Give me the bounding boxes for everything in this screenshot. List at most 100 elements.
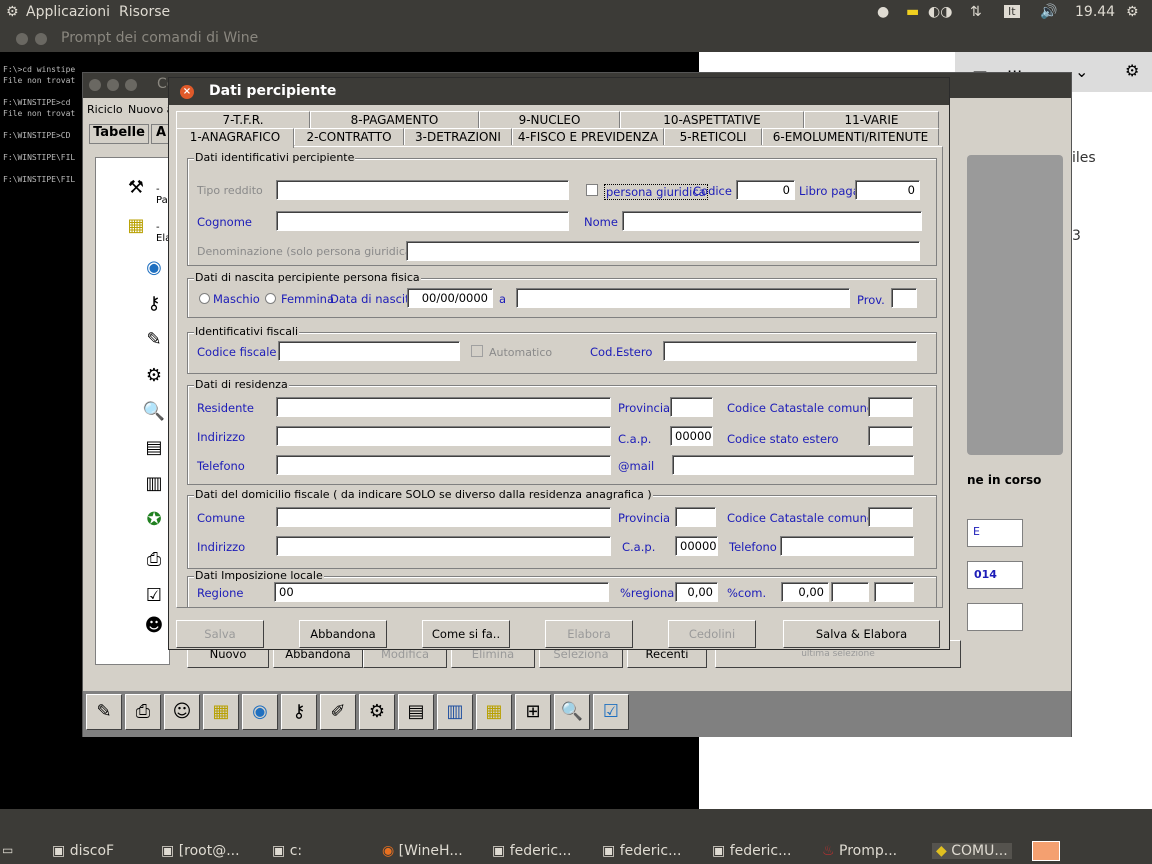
volume-icon[interactable]: 🔊 (1040, 4, 1057, 20)
database-icon[interactable]: ◉ (242, 694, 278, 730)
menu-applications[interactable]: Applicazioni (26, 4, 110, 20)
network-icon[interactable]: ⇅ (970, 4, 982, 20)
keys-icon[interactable]: ⚷ (281, 694, 317, 730)
settings-check-icon[interactable]: ☑ (593, 694, 629, 730)
dom-indirizzo-field[interactable] (276, 536, 611, 556)
femmina-radio[interactable] (265, 293, 276, 304)
prov-field[interactable] (891, 288, 917, 308)
nome-field[interactable] (622, 211, 922, 231)
tab-pagamento[interactable]: 8-PAGAMENTO (310, 111, 479, 128)
abbandona-button[interactable]: Abbandona (299, 620, 387, 648)
cap-field[interactable]: 00000 (670, 426, 713, 446)
menu-nuovo[interactable]: Nuovo a (128, 103, 173, 116)
persona-giuridica-checkbox[interactable] (586, 184, 598, 196)
taskbar-item[interactable]: ▣ federic... (492, 843, 571, 859)
settings-icon[interactable]: ⚙ (1126, 4, 1139, 20)
cod-estero-field[interactable] (663, 341, 917, 361)
tipo-reddito-field[interactable] (276, 180, 569, 200)
menu-resources[interactable]: Risorse (119, 4, 170, 20)
close-icon[interactable]: × (180, 85, 194, 99)
tree-panel[interactable]: - Pa - Ela ⚒ ▦ ◉ ⚷ ✎ ⚙ 🔍 ▤ ▥ ✪ ⎙ ☑ ☻ (95, 157, 172, 665)
tab-aspettative[interactable]: 10-ASPETTATIVE (620, 111, 804, 128)
edit-icon[interactable]: ✐ (320, 694, 356, 730)
comune-field[interactable] (276, 507, 611, 527)
mail-field[interactable] (672, 455, 914, 475)
menu-riciclo[interactable]: Riciclo (87, 103, 123, 116)
database-icon[interactable]: ◉ (136, 250, 172, 286)
tab-detrazioni[interactable]: 3-DETRAZIONI (404, 128, 512, 145)
form-icon[interactable]: ▥ (136, 466, 172, 502)
gear-icon[interactable]: ⚙ (359, 694, 395, 730)
cedolini-button[interactable]: Cedolini (668, 620, 756, 648)
folder-icon[interactable]: ▬ (906, 4, 919, 20)
inspect-icon[interactable]: 🔍 (136, 394, 172, 430)
ubuntu-logo-icon[interactable]: ⚙ (6, 4, 19, 20)
maschio-label[interactable]: Maschio (213, 292, 260, 306)
come-si-fa-button[interactable]: Come si fa.. (422, 620, 510, 648)
tab-emolumenti[interactable]: 6-EMOLUMENTI/RITENUTE (762, 128, 939, 145)
taskbar-item[interactable]: ▣ federic... (712, 843, 791, 859)
tab-fisco-previdenza[interactable]: 4-FISCO E PREVIDENZA (512, 128, 664, 145)
calculator-icon[interactable]: ▦ (118, 208, 154, 244)
tab-nucleo[interactable]: 9-NUCLEO (479, 111, 620, 128)
keyboard-layout[interactable]: It (1004, 5, 1020, 18)
salva-elabora-button[interactable]: Salva & Elabora (783, 620, 940, 648)
automatico-checkbox[interactable] (471, 345, 483, 357)
telefono-field[interactable] (276, 455, 611, 475)
close-icon[interactable] (89, 79, 101, 91)
tools-icon[interactable]: ⚒ (118, 170, 154, 206)
workspace-switcher[interactable] (1032, 841, 1060, 861)
clock[interactable]: 19.44 (1075, 4, 1115, 20)
taskbar-item-active[interactable]: ◆ COMU... (932, 843, 1012, 859)
tree-icon[interactable]: ⊞ (515, 694, 551, 730)
printer-icon[interactable]: ⎙ (125, 694, 161, 730)
minimize-icon[interactable] (35, 33, 47, 45)
tab-reticoli[interactable]: 5-RETICOLI (664, 128, 762, 145)
indirizzo-field[interactable] (276, 426, 611, 446)
data-nascita-field[interactable]: 00/00/0000 (407, 288, 493, 308)
taskbar-item[interactable]: ♨ Promp... (822, 843, 897, 859)
tab-contratto[interactable]: 2-CONTRATTO (294, 128, 404, 145)
show-desktop-icon[interactable]: ▭ (2, 843, 13, 857)
game-icon[interactable]: ☻ (136, 608, 172, 644)
regionale-field[interactable]: 0,00 (675, 582, 718, 602)
people-icon[interactable]: ☺ (164, 694, 200, 730)
inspect-icon[interactable]: ▤ (398, 694, 434, 730)
keys-icon[interactable]: ⚷ (136, 286, 172, 322)
eyes-icon[interactable]: ◐◑ (928, 4, 952, 20)
libro-paga-field[interactable]: 0 (855, 180, 920, 200)
gear-icon[interactable]: ⚙ (1125, 61, 1139, 80)
regione-field[interactable]: 00 (274, 582, 609, 602)
close-icon[interactable] (16, 33, 28, 45)
tab-tabelle[interactable]: Tabelle (89, 124, 149, 144)
dom-cod-catastale-field[interactable] (868, 507, 913, 527)
maximize-icon[interactable] (125, 79, 137, 91)
chevron-down-icon[interactable]: ⌄ (1075, 62, 1088, 81)
residente-field[interactable] (276, 397, 611, 417)
taskbar-item[interactable]: ◉ [WineH... (382, 843, 463, 859)
codice-fiscale-field[interactable] (278, 341, 460, 361)
com-field[interactable]: 0,00 (781, 582, 829, 602)
codice-field[interactable]: 0 (736, 180, 795, 200)
pen-icon[interactable]: ✎ (86, 694, 122, 730)
form-icon[interactable]: ▥ (437, 694, 473, 730)
pen-icon[interactable]: ✎ (136, 322, 172, 358)
elabora-button[interactable]: Elabora (545, 620, 633, 648)
com-extra-field-1[interactable] (831, 582, 869, 602)
dom-telefono-field[interactable] (780, 536, 914, 556)
tab-anagrafico[interactable]: 1-ANAGRAFICO (176, 128, 294, 148)
printer-icon[interactable]: ⎙ (136, 542, 172, 578)
dom-provincia-field[interactable] (675, 507, 716, 527)
provincia-field[interactable] (670, 397, 713, 417)
dom-cap-field[interactable]: 00000 (675, 536, 718, 556)
taskbar-item[interactable]: ▣ c: (272, 843, 302, 859)
gear-icon[interactable]: ⚙ (136, 358, 172, 394)
cod-stato-field[interactable] (868, 426, 913, 446)
femmina-label[interactable]: Femmina (281, 292, 334, 306)
minimize-icon[interactable] (107, 79, 119, 91)
tab-tfr[interactable]: 7-T.F.R. (176, 111, 310, 128)
weather-icon[interactable]: ● (877, 4, 889, 20)
document-icon[interactable]: ▤ (136, 430, 172, 466)
calculator-icon[interactable]: ▦ (203, 694, 239, 730)
com-extra-field-2[interactable] (874, 582, 914, 602)
